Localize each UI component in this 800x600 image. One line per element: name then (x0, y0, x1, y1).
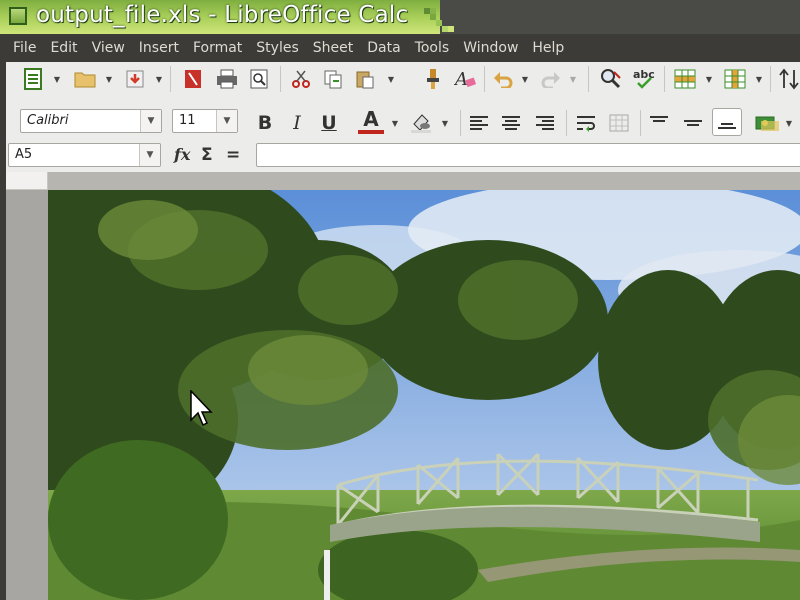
print-preview-icon[interactable] (246, 66, 272, 92)
font-color-dropdown-icon[interactable]: ▼ (390, 110, 400, 136)
font-size-value: 11 (179, 113, 196, 128)
redo-dropdown-icon[interactable]: ▼ (568, 66, 578, 92)
new-dropdown-icon[interactable]: ▼ (52, 66, 62, 92)
align-top-icon[interactable] (646, 110, 672, 136)
align-left-icon[interactable] (466, 110, 492, 136)
row-dropdown-icon[interactable]: ▼ (704, 66, 714, 92)
chevron-down-icon[interactable]: ▼ (216, 110, 237, 132)
undo-dropdown-icon[interactable]: ▼ (520, 66, 530, 92)
redo-icon[interactable] (538, 66, 564, 92)
merge-cells-icon[interactable] (606, 110, 632, 136)
calc-app-icon (9, 7, 27, 25)
standard-toolbar: ▼ ▼ ▼ ▼ A ▼ ▼ abc ▼ ▼ (6, 66, 800, 104)
underline-button[interactable]: U (316, 110, 342, 136)
open-folder-icon[interactable] (72, 66, 98, 92)
menu-help[interactable]: Help (525, 34, 571, 62)
align-center-icon[interactable] (498, 110, 524, 136)
menu-view[interactable]: View (85, 34, 132, 62)
toolbar-separator (170, 66, 171, 92)
select-all-corner[interactable] (6, 172, 48, 190)
menu-data[interactable]: Data (360, 34, 407, 62)
align-bottom-icon[interactable] (712, 108, 742, 136)
formula-input[interactable] (256, 143, 800, 167)
toolbar-separator (588, 66, 589, 92)
toolbar-separator (664, 66, 665, 92)
currency-format-icon[interactable] (754, 110, 780, 136)
print-icon[interactable] (214, 66, 240, 92)
menu-styles[interactable]: Styles (249, 34, 305, 62)
formula-equals-button[interactable]: = (226, 143, 240, 167)
menubar: File Edit View Insert Format Styles Sheet Data T… (6, 34, 800, 62)
toolbar-separator (484, 66, 485, 92)
wrap-text-icon[interactable] (574, 110, 600, 136)
find-replace-icon[interactable] (598, 66, 624, 92)
highlight-color-icon[interactable] (408, 110, 434, 136)
paste-icon[interactable] (352, 66, 378, 92)
export-pdf-icon[interactable] (180, 66, 206, 92)
save-icon[interactable] (122, 66, 148, 92)
menu-sheet[interactable]: Sheet (306, 34, 360, 62)
sheet-area (6, 172, 800, 600)
save-dropdown-icon[interactable]: ▼ (154, 66, 164, 92)
italic-button[interactable]: I (284, 110, 310, 136)
toolbar-separator (770, 66, 771, 92)
menu-format[interactable]: Format (186, 34, 249, 62)
formatting-toolbar: Calibri ▼ 11 ▼ B I U A ▼ ▼ ▼ (6, 104, 800, 142)
undo-icon[interactable] (490, 66, 516, 92)
new-document-icon[interactable] (20, 66, 46, 92)
sum-button[interactable]: Σ (201, 143, 213, 167)
row-headers[interactable] (6, 190, 48, 600)
align-right-icon[interactable] (532, 110, 558, 136)
center-vertically-icon[interactable] (680, 110, 706, 136)
name-box[interactable]: A5 ▼ (8, 143, 161, 167)
row-icon[interactable] (672, 66, 698, 92)
font-size-combo[interactable]: 11 ▼ (172, 109, 238, 133)
window-titlebar[interactable]: output_file.xls - LibreOffice Calc (0, 0, 800, 34)
function-wizard-button[interactable]: fx (174, 143, 190, 167)
menu-window[interactable]: Window (456, 34, 525, 62)
titlebar-pixel-decoration (424, 8, 454, 32)
sort-icon[interactable] (776, 66, 800, 92)
clone-formatting-icon[interactable] (420, 66, 446, 92)
chevron-down-icon[interactable]: ▼ (140, 110, 161, 132)
highlight-dropdown-icon[interactable]: ▼ (440, 110, 450, 136)
menu-edit[interactable]: Edit (43, 34, 84, 62)
currency-dropdown-icon[interactable]: ▼ (784, 110, 794, 136)
open-dropdown-icon[interactable]: ▼ (104, 66, 114, 92)
font-name-combo[interactable]: Calibri ▼ (20, 109, 162, 133)
chevron-down-icon[interactable]: ▼ (139, 144, 160, 166)
cut-icon[interactable] (288, 66, 314, 92)
menu-tools[interactable]: Tools (408, 34, 457, 62)
column-headers[interactable] (48, 172, 800, 190)
spellcheck-icon[interactable]: abc (632, 66, 658, 92)
column-dropdown-icon[interactable]: ▼ (754, 66, 764, 92)
menu-file[interactable]: File (6, 34, 43, 62)
column-icon[interactable] (722, 66, 748, 92)
toolbar-separator (280, 66, 281, 92)
window-title: output_file.xls - LibreOffice Calc (36, 2, 409, 28)
bold-button[interactable]: B (252, 110, 278, 136)
embedded-image[interactable] (48, 190, 800, 600)
svg-text:A: A (454, 69, 468, 89)
font-color-button[interactable]: A (358, 107, 384, 134)
copy-icon[interactable] (320, 66, 346, 92)
mouse-cursor-icon (190, 390, 213, 427)
name-box-value: A5 (15, 147, 33, 162)
toolbar-separator (460, 110, 461, 136)
menu-insert[interactable]: Insert (132, 34, 186, 62)
paste-dropdown-icon[interactable]: ▼ (386, 66, 396, 92)
clear-formatting-icon[interactable]: A (452, 66, 478, 92)
font-name-value: Calibri (27, 113, 69, 128)
toolbar-separator (640, 110, 641, 136)
toolbar-separator (566, 110, 567, 136)
